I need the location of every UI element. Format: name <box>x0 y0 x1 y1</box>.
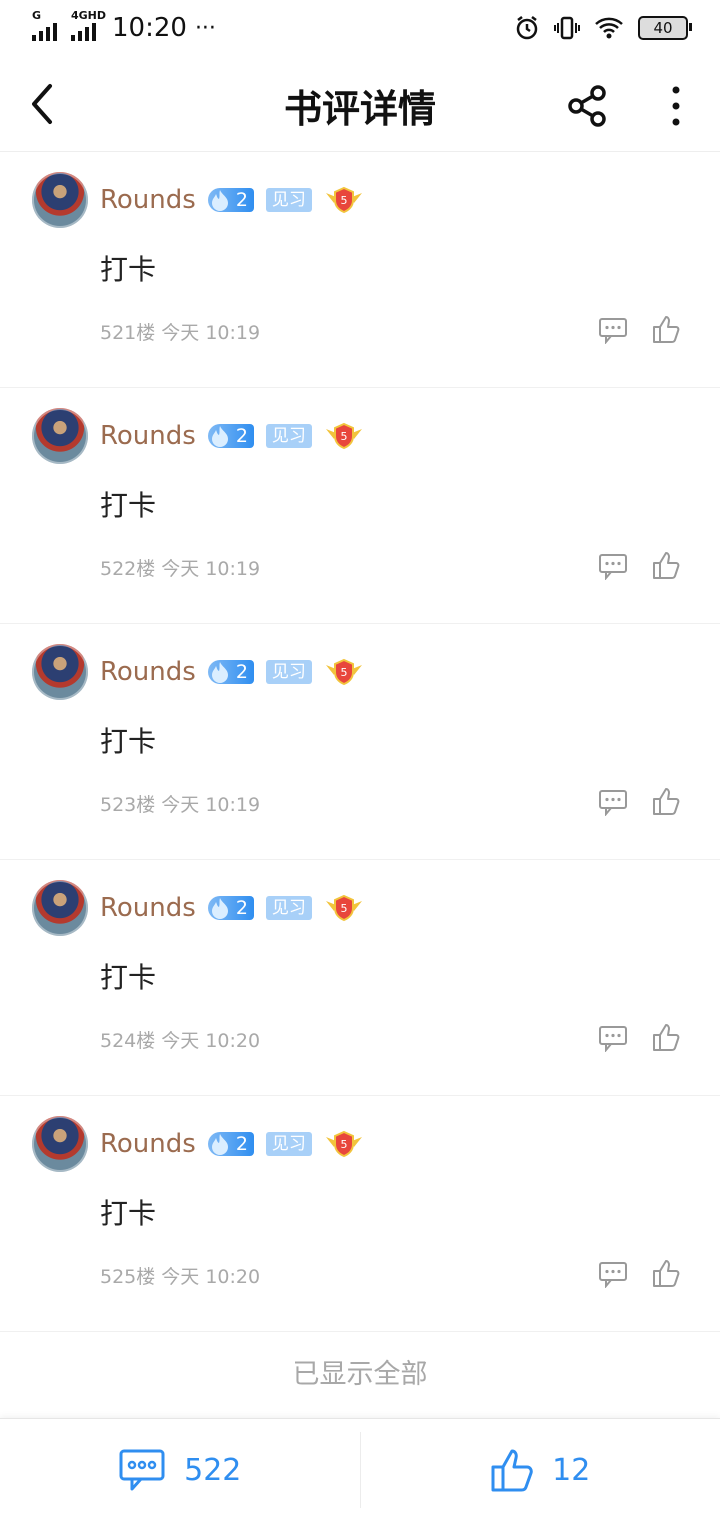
status-time: 10:20 <box>112 13 187 43</box>
comment-content: 打卡 <box>100 248 156 288</box>
vibrate-icon <box>554 15 580 41</box>
status-right: 40 <box>514 15 688 41</box>
medal-icon: 5 <box>324 893 364 923</box>
reply-icon[interactable] <box>598 1024 628 1052</box>
avatar[interactable] <box>32 644 88 700</box>
fire-icon <box>210 425 230 447</box>
fire-level: 2 <box>236 1133 248 1155</box>
username[interactable]: Rounds <box>100 421 196 451</box>
medal-icon: 5 <box>324 657 364 687</box>
username[interactable]: Rounds <box>100 893 196 923</box>
floor-info: 524楼 今天 10:20 <box>100 1026 260 1053</box>
reply-icon[interactable] <box>598 788 628 816</box>
floor-info: 522楼 今天 10:19 <box>100 554 260 581</box>
medal-level: 5 <box>340 194 347 207</box>
avatar[interactable] <box>32 408 88 464</box>
like-count: 12 <box>552 1453 590 1488</box>
comment-item: Rounds 2 见习 5 打卡 524楼 今天 10:20 <box>0 860 720 1096</box>
comment-meta: Rounds 2 见习 5 <box>100 1126 364 1162</box>
comment-item: Rounds 2 见习 5 打卡 521楼 今天 10:19 <box>0 152 720 388</box>
comment-meta: Rounds 2 见习 5 <box>100 418 364 454</box>
thumbs-up-icon[interactable] <box>652 786 680 816</box>
thumbs-up-icon[interactable] <box>652 314 680 344</box>
top-header: 书评详情 <box>0 56 720 152</box>
reply-icon[interactable] <box>598 552 628 580</box>
page-title: 书评详情 <box>0 78 720 133</box>
comment-content: 打卡 <box>100 1192 156 1232</box>
username[interactable]: Rounds <box>100 1129 196 1159</box>
fire-icon <box>210 897 230 919</box>
avatar[interactable] <box>32 172 88 228</box>
fire-icon <box>210 1133 230 1155</box>
fire-level-badge: 2 <box>208 424 254 448</box>
comment-meta: Rounds 2 见习 5 <box>100 890 364 926</box>
share-icon[interactable] <box>566 84 610 128</box>
more-vertical-icon[interactable] <box>664 84 688 128</box>
comment-content: 打卡 <box>100 484 156 524</box>
rank-tag: 见习 <box>266 188 312 212</box>
fire-level-badge: 2 <box>208 660 254 684</box>
alarm-icon <box>514 15 540 41</box>
floor-info: 523楼 今天 10:19 <box>100 790 260 817</box>
comment-item: Rounds 2 见习 5 打卡 523楼 今天 10:19 <box>0 624 720 860</box>
comment-icon <box>118 1448 166 1492</box>
end-of-list-text: 已显示全部 <box>0 1352 720 1391</box>
avatar[interactable] <box>32 880 88 936</box>
medal-icon: 5 <box>324 1129 364 1159</box>
medal-level: 5 <box>340 1138 347 1151</box>
medal-level: 5 <box>340 666 347 679</box>
medal-icon: 5 <box>324 185 364 215</box>
fire-level-badge: 2 <box>208 188 254 212</box>
fire-level-badge: 2 <box>208 896 254 920</box>
comment-item: Rounds 2 见习 5 打卡 522楼 今天 10:19 <box>0 388 720 624</box>
wifi-icon <box>594 16 624 40</box>
like-action-button[interactable]: 12 <box>361 1419 720 1521</box>
comment-list: Rounds 2 见习 5 打卡 521楼 今天 10:19 Round <box>0 152 720 1332</box>
fire-level: 2 <box>236 897 248 919</box>
thumbs-up-icon[interactable] <box>652 1258 680 1288</box>
rank-tag: 见习 <box>266 424 312 448</box>
thumbs-up-icon[interactable] <box>652 550 680 580</box>
medal-level: 5 <box>340 430 347 443</box>
network-label-1: G <box>32 9 41 22</box>
floor-info: 525楼 今天 10:20 <box>100 1262 260 1289</box>
username[interactable]: Rounds <box>100 657 196 687</box>
fire-icon <box>210 189 230 211</box>
thumbs-up-icon[interactable] <box>652 1022 680 1052</box>
rank-tag: 见习 <box>266 1132 312 1156</box>
fire-level: 2 <box>236 425 248 447</box>
reply-icon[interactable] <box>598 316 628 344</box>
comment-meta: Rounds 2 见习 5 <box>100 182 364 218</box>
medal-level: 5 <box>340 902 347 915</box>
network-label-2: 4GHD <box>71 9 106 22</box>
status-dots: ··· <box>195 16 216 41</box>
avatar[interactable] <box>32 1116 88 1172</box>
reply-icon[interactable] <box>598 1260 628 1288</box>
medal-icon: 5 <box>324 421 364 451</box>
signal-4g-icon: 4GHD <box>71 15 96 41</box>
comment-content: 打卡 <box>100 720 156 760</box>
rank-tag: 见习 <box>266 660 312 684</box>
status-bar: G 4GHD 10:20 ··· 40 <box>0 0 720 56</box>
fire-level: 2 <box>236 189 248 211</box>
fire-level: 2 <box>236 661 248 683</box>
rank-tag: 见习 <box>266 896 312 920</box>
status-left: G 4GHD 10:20 ··· <box>32 13 216 43</box>
thumbs-up-icon <box>490 1447 534 1493</box>
comment-content: 打卡 <box>100 956 156 996</box>
bottom-action-bar: 522 12 <box>0 1418 720 1521</box>
floor-info: 521楼 今天 10:19 <box>100 318 260 345</box>
comment-action-button[interactable]: 522 <box>0 1419 360 1521</box>
fire-icon <box>210 661 230 683</box>
username[interactable]: Rounds <box>100 185 196 215</box>
comment-item: Rounds 2 见习 5 打卡 525楼 今天 10:20 <box>0 1096 720 1332</box>
signal-icon: G <box>32 15 57 41</box>
comment-count: 522 <box>184 1453 241 1488</box>
battery-icon: 40 <box>638 16 688 40</box>
comment-meta: Rounds 2 见习 5 <box>100 654 364 690</box>
fire-level-badge: 2 <box>208 1132 254 1156</box>
